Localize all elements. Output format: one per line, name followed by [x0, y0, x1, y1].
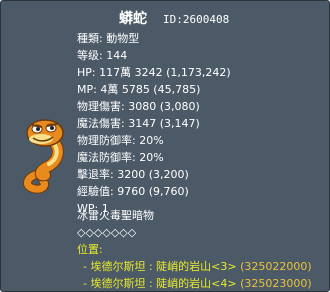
location-map-id: (325022000) — [240, 260, 312, 273]
location-map: - 埃德尔斯坦 : 陡峭的岩山<4> — [83, 277, 237, 290]
location-entry: - 埃德尔斯坦 : 陡峭的岩山<4> (325023000) — [77, 275, 312, 292]
stat-mp: MP: 4萬 5785 (45,785) — [77, 83, 201, 96]
monster-info-tooltip: 蟒蛇 ID:2600408 種類: 動物型 等级: 144 HP: 117萬 3… — [0, 0, 330, 292]
stat-type: 種類: 動物型 — [77, 32, 140, 45]
stat-knockback: 擊退率: 3200 (3,200) — [77, 168, 189, 181]
monster-name: 蟒蛇 — [119, 11, 147, 27]
tooltip-header: 蟒蛇 ID:2600408 — [1, 10, 330, 28]
stat-hp: HP: 117萬 3242 (1,173,242) — [77, 66, 231, 79]
location-map: - 埃德尔斯坦 : 陡峭的岩山<3> — [83, 260, 237, 273]
location-map-id: (325023000) — [240, 277, 312, 290]
orange-snake-icon — [23, 119, 64, 194]
stat-physical-defense-rate: 物理防御率: 20% — [77, 134, 164, 147]
monster-stats: 種類: 動物型 等级: 144 HP: 117萬 3242 (1,173,242… — [77, 30, 231, 217]
element-names: 冰雷火毒聖暗物 — [77, 209, 154, 222]
location-entry: - 埃德尔斯坦 : 陡峭的岩山<3> (325022000) — [77, 258, 312, 275]
stat-magic-defense-rate: 魔法防御率: 20% — [77, 151, 164, 164]
location-label: 位置: — [77, 243, 103, 256]
stat-physical-damage: 物理傷害: 3080 (3,080) — [77, 100, 200, 113]
stat-magic-damage: 魔法傷害: 3147 (3,147) — [77, 117, 200, 130]
element-section: 冰雷火毒聖暗物 ◇◇◇◇◇◇◇ — [77, 207, 154, 241]
monster-id: ID:2600408 — [163, 13, 230, 26]
location-section: 位置: - 埃德尔斯坦 : 陡峭的岩山<3> (325022000) - 埃德尔… — [77, 241, 312, 292]
stat-experience: 經驗值: 9760 (9,760) — [77, 185, 189, 198]
stat-level: 等级: 144 — [77, 49, 128, 62]
element-diamonds: ◇◇◇◇◇◇◇ — [77, 226, 137, 239]
